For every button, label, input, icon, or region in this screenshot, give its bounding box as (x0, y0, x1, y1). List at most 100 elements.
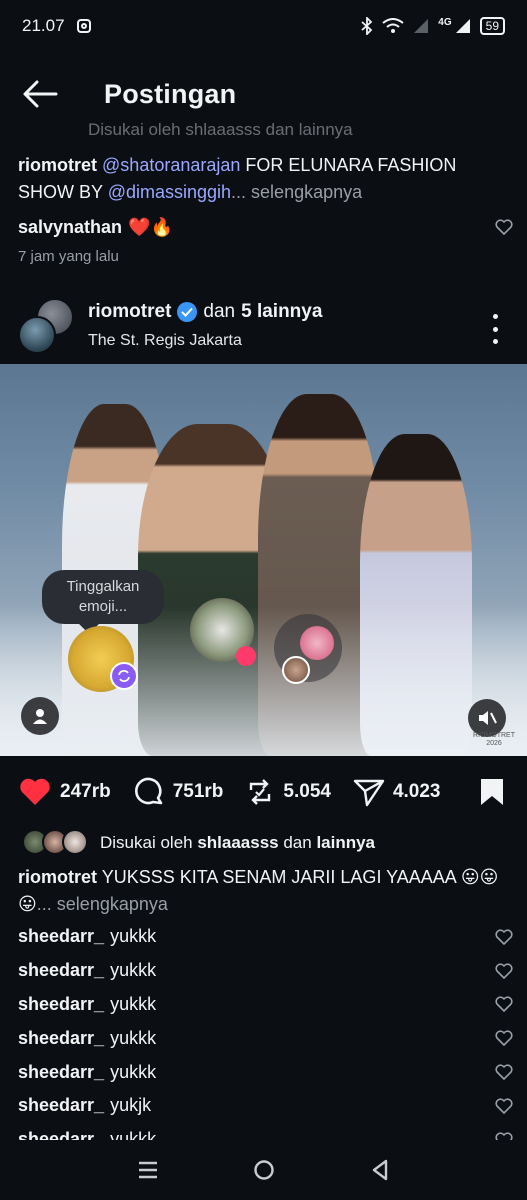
liked-others[interactable]: lainnya (316, 833, 375, 853)
instagram-icon (76, 19, 91, 33)
photo-watermark: RIOMOTRET 2026 (473, 732, 515, 747)
caption-ellipsis: ... (231, 182, 247, 202)
bookmark-filled-icon (481, 779, 503, 805)
comment-row: sheedarr_ yukkk (18, 1021, 513, 1055)
top-comment: salvynathan ❤️🔥 (18, 212, 513, 242)
comment-row: sheedarr_ yukjk (18, 1089, 513, 1123)
tagged-people-button[interactable] (21, 697, 59, 735)
comment-text: yukjk (110, 1095, 152, 1116)
heart-outline-icon[interactable] (495, 1030, 513, 1047)
repost-count: 5.054 (283, 781, 331, 802)
liked-prefix: Disukai oleh (100, 833, 198, 852)
save-button[interactable] (479, 777, 505, 807)
post-header: riomotret dan 5 lainnya The St. Regis Ja… (0, 296, 527, 358)
repost-badge-icon (110, 662, 138, 690)
comment-text: yukkk (110, 1061, 157, 1082)
heart-outline-icon[interactable] (495, 1098, 513, 1114)
heart-outline-icon[interactable] (495, 929, 513, 945)
comment-button[interactable]: 751rb (133, 776, 224, 808)
comment-row: sheedarr_ yukkk (18, 1055, 513, 1089)
wifi-icon (382, 18, 404, 33)
post-media[interactable]: Tinggalkan emoji... RIOMOTRET 2026 (0, 364, 527, 756)
post-author[interactable]: riomotret dan 5 lainnya (88, 301, 322, 323)
comment-row: sheedarr_ yukkk (18, 920, 513, 954)
heart-outline-icon[interactable] (495, 1064, 513, 1080)
heart-emoji-icon (236, 646, 256, 666)
post-username[interactable]: riomotret (88, 301, 171, 323)
mention-link[interactable]: @dimassinggih (108, 182, 231, 202)
page-title: Postingan (104, 78, 237, 109)
post-location[interactable]: The St. Regis Jakarta (88, 332, 242, 350)
share-count: 4.023 (392, 781, 441, 802)
comment-username[interactable]: salvynathan (18, 217, 122, 238)
comment-username[interactable]: sheedarr_ (18, 960, 104, 981)
comment-username[interactable]: sheedarr_ (18, 1028, 104, 1049)
collab-avatars[interactable] (18, 298, 74, 354)
avatar (18, 316, 56, 354)
comment-count: 751rb (172, 781, 224, 802)
caption-username[interactable]: riomotret (18, 867, 97, 887)
more-link[interactable]: selengkapnya (251, 182, 362, 202)
comment-username[interactable]: sheedarr_ (18, 1095, 104, 1116)
comment-username[interactable]: sheedarr_ (18, 926, 104, 947)
arrow-left-icon (23, 80, 58, 108)
previous-caption: riomotret @shatoranarajan FOR ELUNARA FA… (18, 152, 513, 206)
send-icon (353, 779, 385, 807)
liked-by-text: Disukai oleh shlaaasss dan lainnya (88, 120, 353, 139)
avatar (62, 829, 88, 855)
share-button[interactable]: 4.023 (353, 777, 441, 807)
heart-outline-icon[interactable] (495, 963, 513, 979)
comment-text: yukkk (110, 926, 157, 947)
back-button[interactable] (22, 79, 66, 109)
comment-row: sheedarr_ yukkk (18, 954, 513, 988)
comment-text: ❤️🔥 (128, 216, 173, 237)
battery-icon: 59 (479, 17, 505, 35)
mention-link[interactable]: @shatoranarajan (102, 155, 240, 175)
post-caption: riomotret YUKSSS KITA SENAM JARII LAGI Y… (18, 864, 513, 918)
comment-text: yukkk (110, 993, 157, 1014)
top-bar: Postingan (0, 64, 527, 124)
status-bar: 21.07 4G 59 (0, 0, 527, 52)
like-count: 247rb (60, 781, 111, 802)
home-icon[interactable] (253, 1159, 275, 1181)
signal-icon (455, 19, 470, 33)
bluetooth-icon (361, 17, 373, 35)
network-label: 4G (438, 16, 452, 28)
comment-text: yukkk (110, 1027, 157, 1048)
signal-icon (414, 19, 429, 33)
repost-icon (250, 779, 271, 805)
status-time: 21.07 (22, 16, 65, 35)
caption-ellipsis: ... (36, 894, 52, 914)
like-button[interactable]: 247rb (18, 777, 111, 807)
user-icon (33, 709, 47, 724)
action-bar: 247rb 751rb 5.054 4.023 (0, 770, 527, 814)
recent-apps-icon[interactable] (137, 1160, 159, 1180)
comment-row: sheedarr_ yukkk (18, 988, 513, 1022)
comment-username[interactable]: sheedarr_ (18, 1062, 104, 1083)
avatar (282, 656, 310, 684)
comment-icon (134, 777, 163, 805)
comment-list: sheedarr_ yukkk sheedarr_ yukkk sheedarr… (18, 920, 513, 1144)
back-nav-icon[interactable] (370, 1159, 390, 1181)
verified-badge-icon (177, 302, 198, 322)
caption-username[interactable]: riomotret (18, 155, 97, 175)
collab-count[interactable]: 5 lainnya (241, 301, 322, 323)
system-nav-bar (0, 1140, 527, 1200)
emoji-tooltip: Tinggalkan emoji... (42, 570, 164, 624)
more-options-icon[interactable] (485, 314, 505, 344)
previous-liked-by[interactable]: Disukai oleh shlaaasss dan lainnya (18, 120, 527, 140)
post-time-ago: 7 jam yang lalu (18, 248, 119, 265)
heart-outline-icon[interactable] (495, 996, 513, 1013)
status-icons: 4G 59 (361, 17, 505, 35)
collab-connector: dan (203, 301, 236, 322)
liked-by[interactable]: Disukai oleh shlaaasss dan lainnya (18, 828, 375, 858)
repost-button[interactable]: 5.054 (245, 776, 331, 808)
comment-username[interactable]: sheedarr_ (18, 994, 104, 1015)
avatar (300, 626, 334, 660)
liked-username[interactable]: shlaaasss (197, 833, 278, 853)
heart-filled-icon (20, 778, 50, 805)
liked-by-avatars (18, 829, 90, 857)
heart-outline-icon[interactable] (495, 219, 513, 235)
liked-mid: dan (278, 833, 317, 852)
more-link[interactable]: selengkapnya (57, 894, 168, 914)
